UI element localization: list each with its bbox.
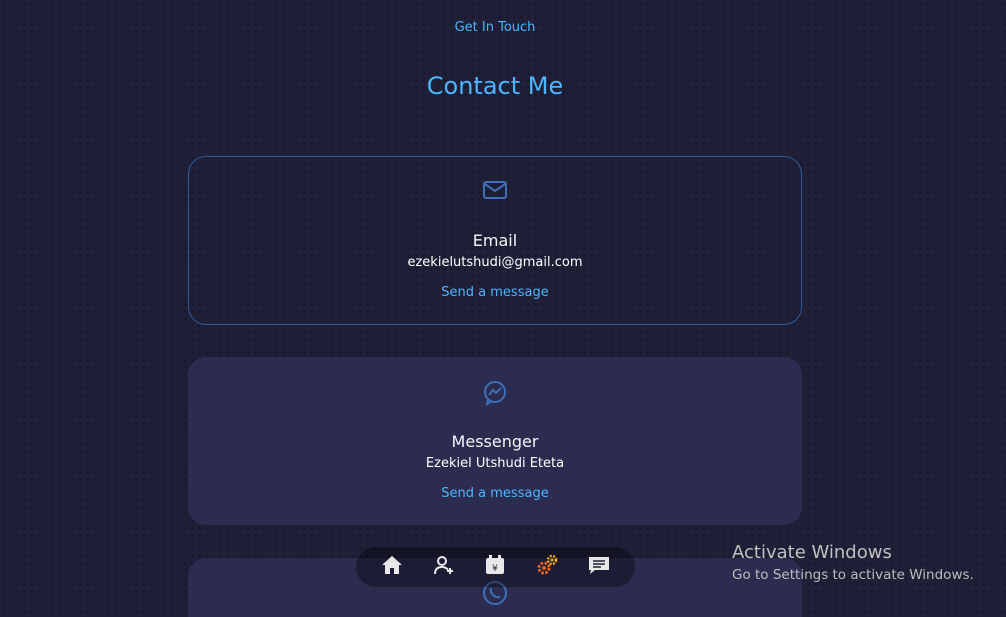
svg-text:¥: ¥ (493, 564, 499, 574)
section-title: Contact Me (426, 72, 564, 100)
messenger-icon (189, 380, 801, 406)
contact-card-email: Email ezekielutshudi@gmail.com Send a me… (188, 156, 802, 325)
nav-experience-button[interactable]: ¥ (480, 552, 510, 582)
calendar-icon: ¥ (484, 554, 506, 580)
nav-services-button[interactable] (532, 552, 562, 582)
activate-windows-watermark: Activate Windows Go to Settings to activ… (732, 542, 974, 583)
contact-value: Ezekiel Utshudi Eteta (425, 456, 565, 471)
watermark-title: Activate Windows (732, 542, 892, 563)
mail-icon (189, 179, 801, 205)
contact-value: ezekielutshudi@gmail.com (407, 255, 583, 270)
nav-home-button[interactable] (377, 552, 407, 582)
send-message-link[interactable]: Send a message (189, 285, 801, 300)
message-icon (587, 555, 611, 579)
contact-name: Email (472, 231, 518, 250)
home-icon (380, 554, 404, 580)
contact-card-messenger: Messenger Ezekiel Utshudi Eteta Send a m… (188, 357, 802, 525)
contact-name: Messenger (451, 432, 539, 451)
watermark-subtitle: Go to Settings to activate Windows. (732, 567, 974, 583)
nav-contact-button[interactable] (584, 552, 614, 582)
user-icon (433, 554, 455, 580)
gears-icon (535, 553, 559, 581)
section-subtitle: Get In Touch (454, 20, 536, 35)
bottom-nav: ¥ (356, 547, 635, 587)
send-message-link[interactable]: Send a message (189, 486, 801, 501)
nav-about-button[interactable] (429, 552, 459, 582)
